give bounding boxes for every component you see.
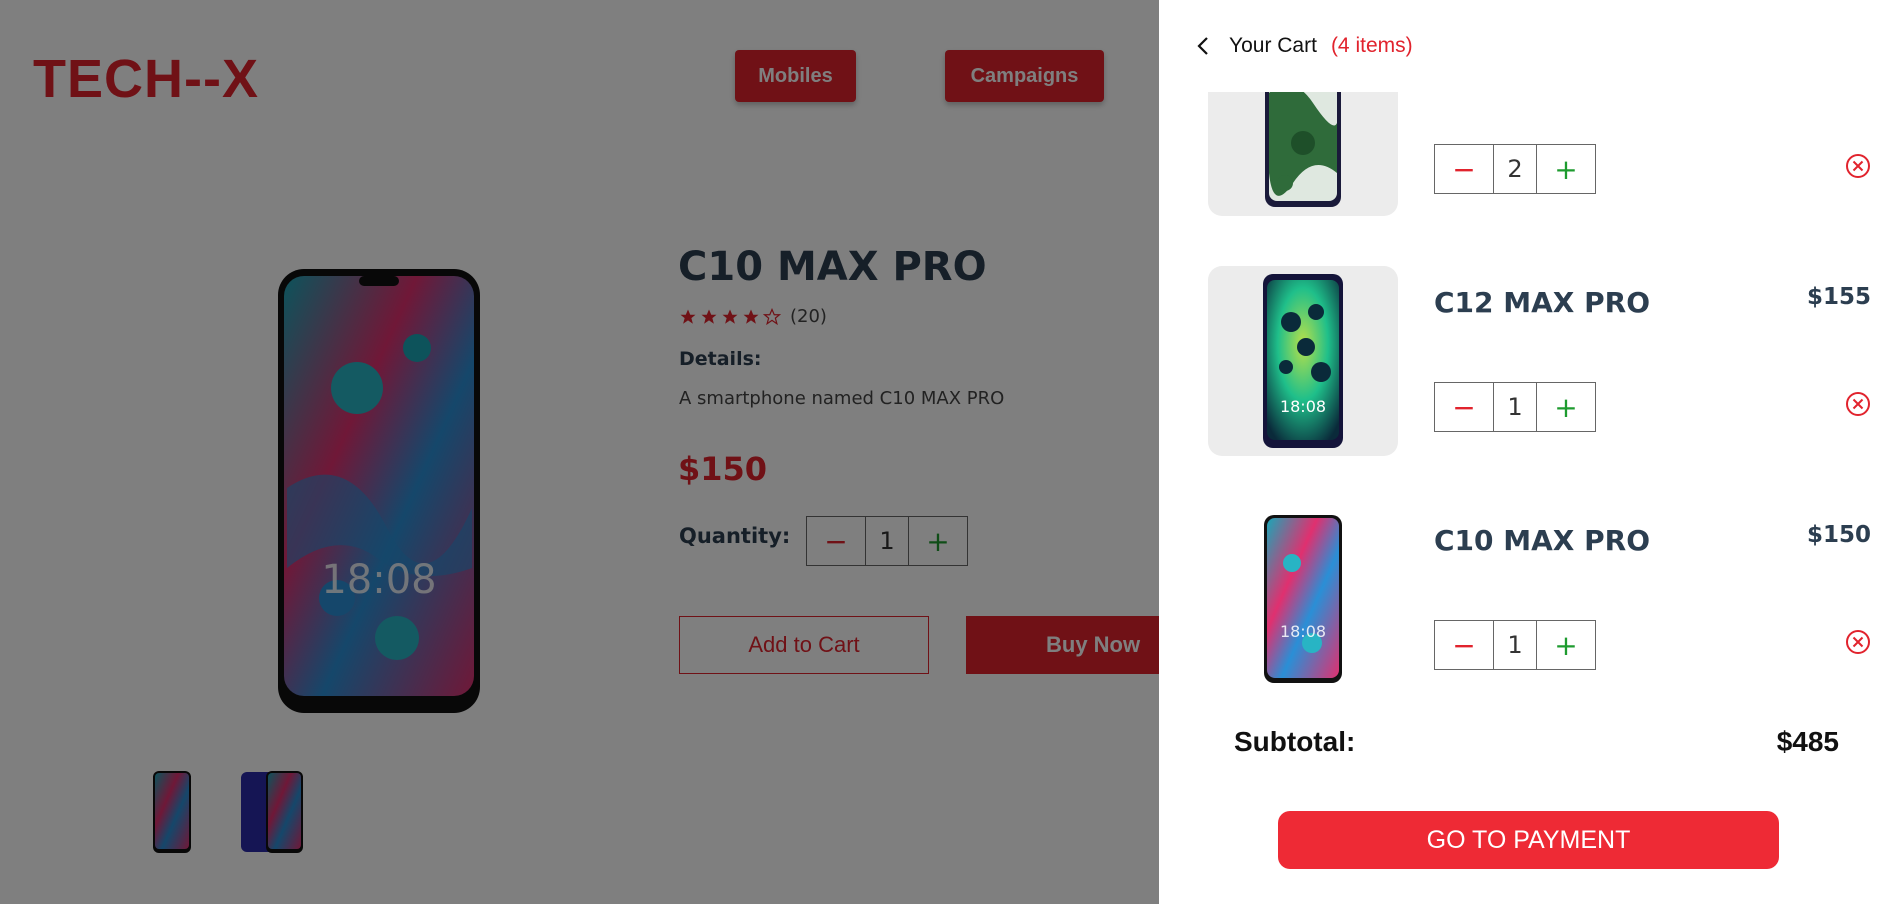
- cart-item-stepper: − 1 +: [1434, 620, 1596, 670]
- cart-item-count: (4 items): [1330, 34, 1413, 57]
- subtotal-label: Subtotal:: [1234, 726, 1356, 757]
- increase-button[interactable]: +: [1537, 383, 1595, 431]
- close-circle-icon[interactable]: [1844, 628, 1872, 656]
- decrease-button[interactable]: −: [1435, 383, 1493, 431]
- cart-header: Your Cart (4 items): [1159, 0, 1899, 92]
- close-circle-icon[interactable]: [1844, 152, 1872, 180]
- cart-title: Your Cart: [1229, 34, 1317, 57]
- cart-drawer: Your Cart (4 items) − 2 + 18:08 C12 MAX …: [1159, 0, 1899, 904]
- cart-item-price: $150: [1806, 522, 1871, 548]
- cart-item-stepper: − 1 +: [1434, 382, 1596, 432]
- decrease-button[interactable]: −: [1435, 145, 1493, 193]
- cart-item-quantity: 1: [1493, 383, 1537, 431]
- cart-item-stepper: − 2 +: [1434, 144, 1596, 194]
- cart-item-image: 18:08: [1208, 504, 1398, 694]
- subtotal-value: $485: [1776, 726, 1839, 757]
- cart-item-name: C10 MAX PRO: [1434, 524, 1651, 557]
- cart-item: 18:08 C12 MAX PRO $155 − 1 +: [1159, 266, 1899, 456]
- chevron-left-icon[interactable]: [1189, 31, 1219, 61]
- close-circle-icon[interactable]: [1844, 390, 1872, 418]
- decrease-button[interactable]: −: [1435, 621, 1493, 669]
- cart-item-image: 18:08: [1208, 266, 1398, 456]
- increase-button[interactable]: +: [1537, 621, 1595, 669]
- cart-item: 18:08 C10 MAX PRO $150 − 1 +: [1159, 504, 1899, 694]
- cart-item-price: $155: [1806, 284, 1871, 310]
- increase-button[interactable]: +: [1537, 145, 1595, 193]
- cart-item-quantity: 2: [1493, 145, 1537, 193]
- cart-item-name: C12 MAX PRO: [1434, 286, 1651, 319]
- go-to-payment-button[interactable]: GO TO PAYMENT: [1278, 811, 1779, 869]
- svg-text:18:08: 18:08: [1280, 622, 1326, 641]
- svg-text:18:08: 18:08: [1280, 397, 1326, 416]
- cart-item-quantity: 1: [1493, 621, 1537, 669]
